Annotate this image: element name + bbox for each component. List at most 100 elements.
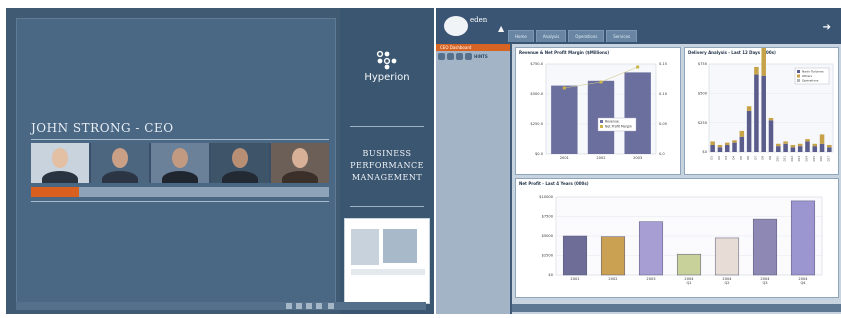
- legend-label: Nadir Turbines: [802, 70, 824, 74]
- thumbnail-photo: [351, 229, 379, 265]
- x-tick-label: Q3: [762, 281, 767, 285]
- x-tick-label: 2003: [646, 277, 655, 281]
- tab-services[interactable]: Services: [606, 30, 638, 42]
- net-profit-bar: [638, 221, 664, 276]
- legend: Nadir TurbinesOthersOperations: [794, 67, 830, 85]
- hints-link[interactable]: HINTS: [474, 54, 488, 59]
- delivery-bar-segment: [739, 130, 745, 137]
- photo-man-3: [211, 143, 269, 183]
- portrait-body: [282, 171, 318, 183]
- volume-icon[interactable]: [328, 303, 334, 309]
- portrait-head: [112, 148, 128, 168]
- forward-icon[interactable]: [316, 303, 322, 309]
- net-profit-bar: [752, 218, 778, 276]
- tab-analysis[interactable]: Analysis: [535, 30, 567, 42]
- delivery-bar-segment: [746, 110, 752, 152]
- y2-tick-label: 0.10: [659, 92, 668, 96]
- hyperion-logo-icon: [376, 50, 397, 70]
- next-arrow-icon[interactable]: ➔: [823, 22, 831, 33]
- y-tick-label: $0: [548, 273, 553, 277]
- margin-point: [599, 80, 603, 84]
- delivery-bar-segment: [768, 117, 774, 121]
- presentation-progress-bar[interactable]: [31, 187, 329, 197]
- portrait-body: [162, 171, 198, 183]
- delivery-bar-segment: [783, 141, 788, 144]
- home-icon[interactable]: [438, 53, 445, 60]
- delivery-bar-segment: [812, 143, 818, 147]
- delivery-bar-segment: [783, 143, 788, 152]
- y-tick-label: $2500: [542, 254, 554, 258]
- print-icon[interactable]: [447, 53, 454, 60]
- portrait-body: [42, 171, 78, 183]
- tab-home[interactable]: Home: [508, 30, 534, 42]
- net-profit-bar: [714, 237, 740, 276]
- rewind-icon[interactable]: [286, 303, 292, 309]
- portrait-body: [102, 171, 138, 183]
- delivery-bar-segment: [717, 147, 723, 152]
- revenue-bar: [624, 72, 651, 154]
- app-header: eden ▲ Home Analysis Operations Services…: [436, 8, 841, 44]
- player-controls: [16, 302, 426, 310]
- net-profit-bar: [676, 253, 702, 276]
- x-tick-label: D9: [768, 156, 772, 160]
- y-tick-label: $250.0: [530, 122, 543, 126]
- y2-tick-label: 0.05: [659, 122, 667, 126]
- net-profit-chart-panel: Net Profit - Last 4 Years (000s) $0 $2500…: [515, 178, 839, 298]
- x-tick-label: D10: [775, 156, 779, 162]
- tagline-line: PERFORMANCE: [350, 161, 424, 170]
- delivery-bar-segment: [732, 140, 737, 143]
- thumbnail-card: [383, 229, 417, 263]
- delivery-bar-segment: [805, 141, 810, 152]
- x-tick-label: D7: [753, 156, 757, 160]
- x-tick-label: D12: [790, 156, 794, 162]
- x-tick-label: D11: [783, 156, 787, 162]
- photo-woman-2: [271, 143, 329, 183]
- x-tick-label: Q4: [800, 281, 806, 285]
- delivery-bar-segment: [710, 144, 715, 152]
- delivery-bar-segment: [805, 139, 810, 142]
- delivery-bar-segment: [732, 142, 737, 152]
- delivery-bar-segment: [776, 143, 781, 147]
- help-icon[interactable]: [465, 53, 472, 60]
- play-icon[interactable]: [296, 303, 302, 309]
- tagline: BUSINESS PERFORMANCE MANAGEMENT: [340, 148, 434, 184]
- tab-operations[interactable]: Operations: [568, 30, 605, 42]
- delivery-bar-segment: [797, 146, 803, 152]
- net-profit-bar: [790, 200, 816, 276]
- x-tick-label: Q1: [686, 281, 691, 285]
- y-tick-label: $10000: [539, 195, 553, 199]
- delivery-bar-segment: [761, 75, 766, 152]
- y-tick-label: $0: [702, 150, 707, 154]
- brand-divider-top: [350, 126, 424, 127]
- delivery-bar-segment: [754, 66, 759, 75]
- legend: RevenueNet Profit Margin: [597, 117, 637, 132]
- legend-swatch: [797, 74, 800, 78]
- delivery-chart-panel: Delivery Analysis - Last 12 Days (000s) …: [684, 47, 839, 175]
- x-tick-label: 2001: [560, 156, 569, 160]
- y-tick-label: $250: [698, 121, 708, 125]
- x-tick-label: D5: [739, 156, 743, 160]
- x-tick-label: 2002: [596, 156, 605, 160]
- legend-label: Net Profit Margin: [605, 125, 632, 129]
- x-tick-label: 2003: [633, 156, 642, 160]
- delivery-bar-segment: [790, 147, 796, 152]
- y-tick-label: $500: [698, 92, 708, 96]
- delivery-bar-segment: [717, 144, 723, 148]
- x-tick-label: D3: [724, 156, 728, 160]
- brand-divider-bottom: [350, 206, 424, 207]
- x-tick-label: D2: [717, 156, 721, 160]
- slide-divider-top: [31, 139, 329, 140]
- y-tick-label: $750.0: [530, 62, 543, 66]
- x-tick-label: 2001: [570, 277, 579, 281]
- slide-thumbnail[interactable]: [344, 218, 430, 304]
- pause-icon[interactable]: [306, 303, 312, 309]
- net-profit-chart: $0$2500$5000$7500$100002001 2002 2003 2004Q…: [539, 195, 823, 285]
- x-tick-label: D16: [819, 156, 823, 162]
- x-tick-label: Q2: [724, 281, 729, 285]
- settings-icon[interactable]: [456, 53, 463, 60]
- y2-tick-label: 0.0: [659, 152, 665, 156]
- y-tick-label: $7500: [542, 215, 554, 219]
- delivery-bar-segment: [827, 144, 832, 148]
- portrait-head: [52, 148, 68, 168]
- margin-point: [562, 86, 566, 90]
